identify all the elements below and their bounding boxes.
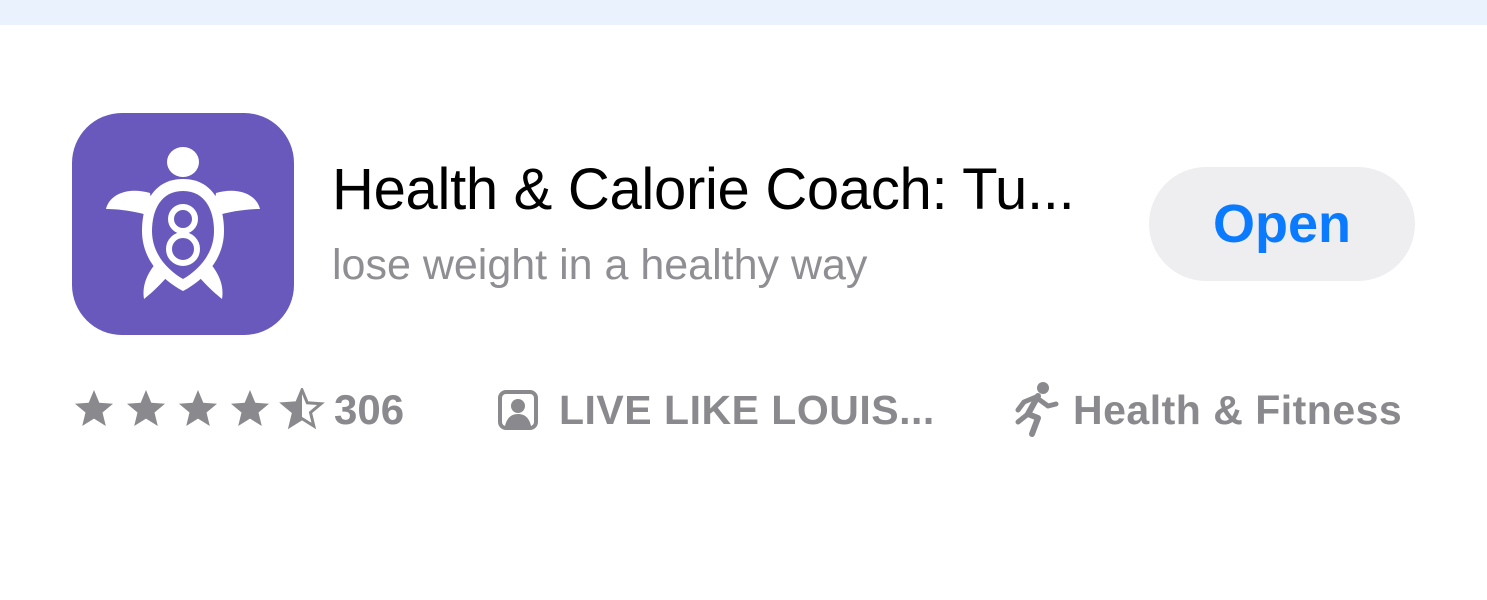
star-icon <box>127 390 165 426</box>
developer-name[interactable]: LIVE LIKE LOUIS... <box>559 384 935 436</box>
half-star-icon <box>281 388 323 428</box>
rating-count: 306 <box>334 386 405 433</box>
app-listing-card[interactable]: Health & Calorie Coach: Tu... lose weigh… <box>0 25 1487 600</box>
top-bar <box>0 0 1487 25</box>
running-figure-icon <box>1010 380 1062 443</box>
app-subtitle: lose weight in a healthy way <box>332 241 868 289</box>
star-rating[interactable] <box>72 388 330 437</box>
category-name[interactable]: Health & Fitness <box>1073 384 1402 436</box>
open-button[interactable]: Open <box>1149 167 1415 281</box>
turtle-logo-icon[interactable] <box>72 113 294 335</box>
app-meta-row: 306 LIVE LIKE LOUIS... Health & Fitness <box>0 380 1487 440</box>
star-icon <box>231 390 269 426</box>
star-icon <box>75 390 113 426</box>
app-title[interactable]: Health & Calorie Coach: Tu... <box>332 157 1075 223</box>
star-icon <box>179 390 217 426</box>
person-square-icon <box>497 389 539 436</box>
